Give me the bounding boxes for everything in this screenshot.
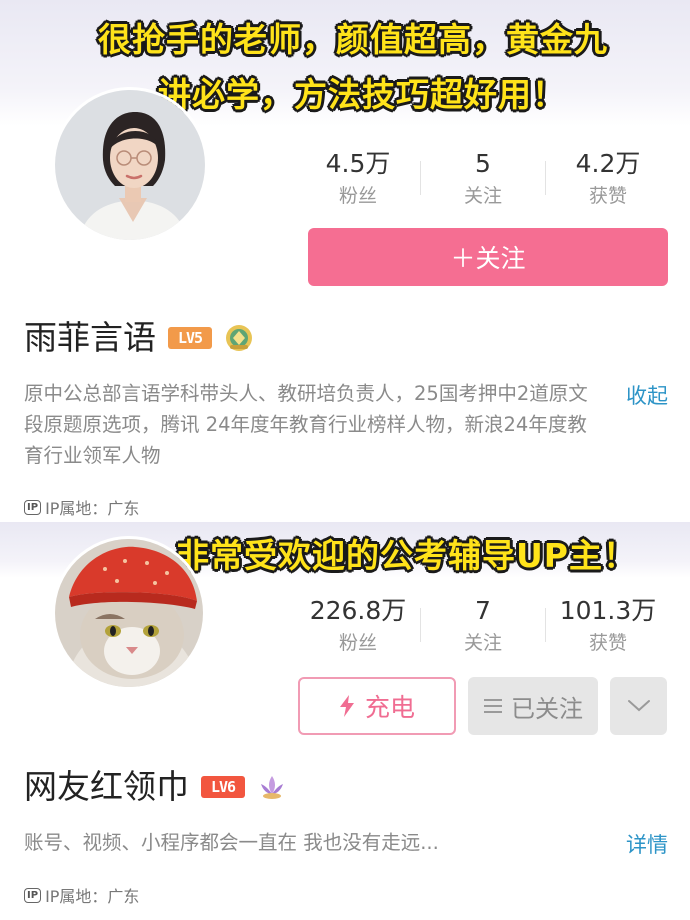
following-label: 关注 xyxy=(463,632,502,654)
ip-location: IP IP属地：广东 xyxy=(24,495,139,519)
level-badge: LV5 xyxy=(168,327,212,349)
woman-portrait-avatar[interactable] xyxy=(52,87,208,243)
likes-label: 获赞 xyxy=(588,632,627,654)
collapse-bio-link[interactable]: 收起 xyxy=(626,380,668,410)
profile-bio: 账号、视频、小程序都会一直在 我也没有走远... xyxy=(24,831,439,854)
profile-card-2: 非常受欢迎的公考辅导UP主！ 226.8万 粉丝 7 关注 101.3万 获赞 … xyxy=(0,522,690,920)
following-count: 7 xyxy=(475,596,491,625)
profile-stats: 4.5万 粉丝 5 关注 4.2万 获赞 xyxy=(296,148,670,208)
overlay-caption-line2: 讲必学，方法技巧超好用！ xyxy=(158,75,566,114)
ip-location-text: IP属地：广东 xyxy=(45,499,140,518)
profile-bio: 原中公总部言语学科带头人、教研培负责人，25国考押中2道原文段原题原选项，腾讯 … xyxy=(24,382,588,467)
followers-label: 粉丝 xyxy=(338,632,377,654)
cat-with-red-headscarf-avatar[interactable] xyxy=(52,536,206,690)
following-count: 5 xyxy=(475,149,491,178)
ip-location-text: IP属地：广东 xyxy=(45,887,140,906)
following-stat[interactable]: 5 关注 xyxy=(421,148,545,208)
username-row: 雨菲言语 LV5 xyxy=(24,318,254,358)
profile-card-1: 很抢手的老师，颜值超高，黄金九 讲必学，方法技巧超好用！ 4.5万 粉丝 5 关… xyxy=(0,0,690,522)
ip-tag-icon: IP xyxy=(24,887,42,903)
likes-label: 获赞 xyxy=(588,185,627,207)
likes-stat[interactable]: 4.2万 获赞 xyxy=(546,148,670,208)
follow-button[interactable]: ＋关注 xyxy=(308,228,668,286)
level-badge: LV6 xyxy=(201,776,245,798)
fan-medal-icon[interactable] xyxy=(224,323,254,353)
followed-button[interactable]: 已关注 xyxy=(468,677,598,735)
ip-location: IP IP属地：广东 xyxy=(24,883,139,907)
followers-stat[interactable]: 4.5万 粉丝 xyxy=(296,148,420,208)
profile-stats: 226.8万 粉丝 7 关注 101.3万 获赞 xyxy=(296,595,670,655)
ip-tag-icon: IP xyxy=(24,499,42,515)
bio-details-link[interactable]: 详情 xyxy=(626,829,668,859)
menu-lines-icon xyxy=(484,699,502,713)
likes-count: 101.3万 xyxy=(559,596,657,625)
username: 雨菲言语 xyxy=(24,318,156,357)
followers-stat[interactable]: 226.8万 粉丝 xyxy=(296,595,420,655)
likes-stat[interactable]: 101.3万 获赞 xyxy=(546,595,670,655)
lightning-icon xyxy=(339,695,354,717)
followers-count: 226.8万 xyxy=(309,596,407,625)
charge-button[interactable]: 充电 xyxy=(298,677,456,735)
likes-count: 4.2万 xyxy=(575,149,641,178)
followed-button-label: 已关注 xyxy=(511,694,583,723)
username: 网友红领巾 xyxy=(24,767,189,806)
followers-label: 粉丝 xyxy=(338,185,377,207)
more-options-button[interactable] xyxy=(610,677,667,735)
followers-count: 4.5万 xyxy=(325,149,391,178)
username-row: 网友红领巾 LV6 xyxy=(24,767,287,807)
following-stat[interactable]: 7 关注 xyxy=(421,595,545,655)
overlay-caption-middle: 非常受欢迎的公考辅导UP主！ xyxy=(176,536,637,575)
charge-button-label: 充电 xyxy=(364,693,415,722)
lotus-medal-icon[interactable] xyxy=(257,772,287,802)
overlay-caption-line1: 很抢手的老师，颜值超高，黄金九 xyxy=(98,20,608,59)
following-label: 关注 xyxy=(463,185,502,207)
chevron-down-icon xyxy=(627,700,650,712)
